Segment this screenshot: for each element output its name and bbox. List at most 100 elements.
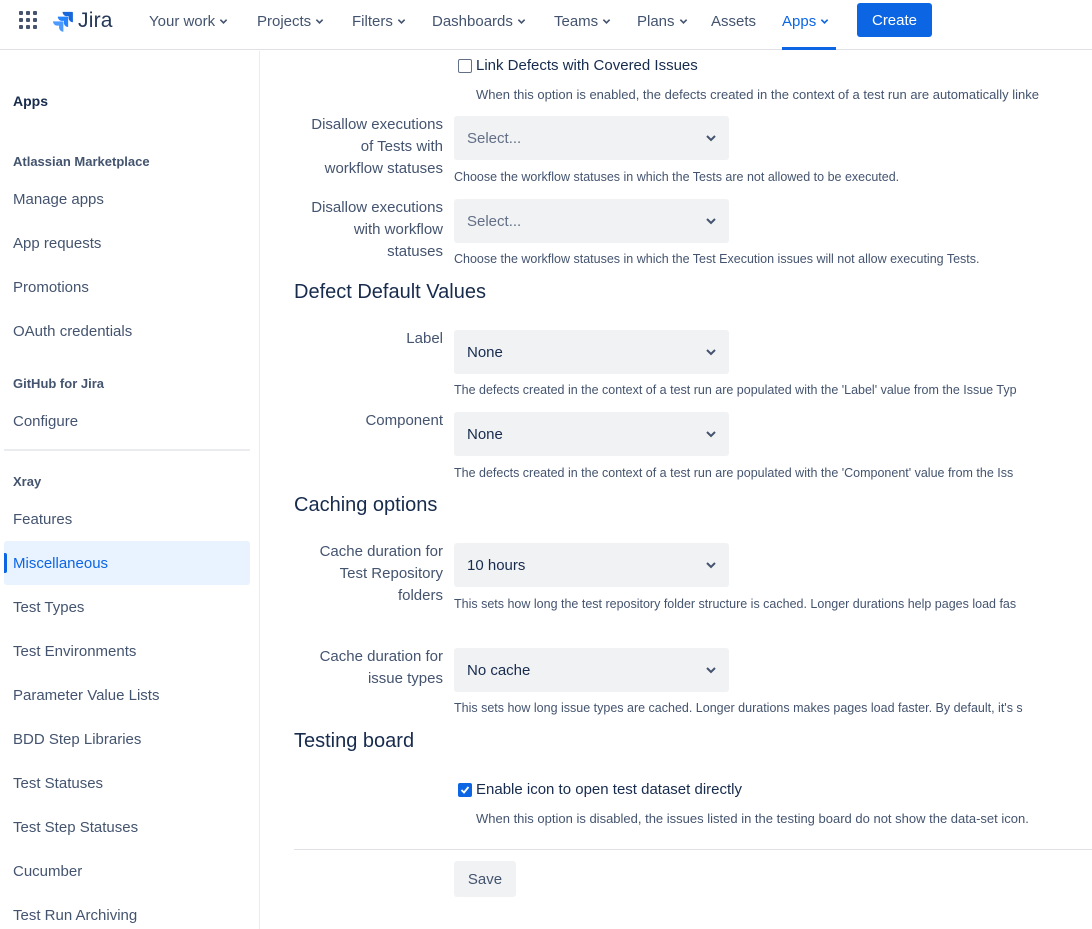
nav-assets-label: Assets xyxy=(711,12,757,30)
nav-apps[interactable]: Apps xyxy=(782,10,829,32)
disallow-tests-label: Disallow executions of Tests with workfl… xyxy=(311,114,443,180)
section-testing-board: Testing board xyxy=(294,730,415,752)
nav-dashboards[interactable]: Dashboards xyxy=(432,10,526,32)
select-value: Select... xyxy=(467,212,522,230)
cache-issue-types-select[interactable]: No cache xyxy=(454,648,729,692)
label-line: with workflow xyxy=(353,221,443,238)
jira-logo[interactable]: Jira xyxy=(52,8,113,34)
chevron-down-icon xyxy=(706,218,716,225)
nav-teams[interactable]: Teams xyxy=(554,10,611,32)
link-defects-label: Link Defects with Covered Issues xyxy=(476,57,698,74)
disallow-workflow-select[interactable]: Select... xyxy=(454,199,729,243)
nav-your-work-label: Your work xyxy=(149,12,216,30)
label-line: Cache duration for xyxy=(319,543,443,560)
nav-teams-label: Teams xyxy=(554,12,599,30)
label-line: Disallow executions xyxy=(311,116,443,133)
disallow-tests-select[interactable]: Select... xyxy=(454,116,729,160)
chevron-down-icon xyxy=(820,18,829,24)
nav-apps-label: Apps xyxy=(782,12,817,30)
chevron-down-icon xyxy=(219,18,228,24)
label-select[interactable]: None xyxy=(454,330,729,374)
chevron-down-icon xyxy=(517,18,526,24)
chevron-down-icon xyxy=(706,135,716,142)
sidebar-item-miscellaneous[interactable]: Miscellaneous xyxy=(4,541,250,585)
dataset-icon-checkbox[interactable] xyxy=(458,782,472,797)
sidebar-item-test-types[interactable]: Test Types xyxy=(4,585,250,629)
chevron-down-icon xyxy=(706,349,716,356)
nav-plans-label: Plans xyxy=(637,12,675,30)
select-value: None xyxy=(467,343,503,361)
cache-issue-types-help: This sets how long issue types are cache… xyxy=(454,701,1023,715)
nav-dashboards-label: Dashboards xyxy=(432,12,513,30)
label-line: issue types xyxy=(367,670,443,687)
sidebar-group-atlassian-marketplace: Atlassian Marketplace xyxy=(13,154,150,169)
select-value: None xyxy=(467,425,503,443)
top-navigation: Jira Your work Projects Filters Dashboar… xyxy=(0,0,1092,50)
disallow-workflow-label: Disallow executions with workflow status… xyxy=(311,197,443,263)
nav-your-work[interactable]: Your work xyxy=(149,10,228,32)
label-line: statuses xyxy=(387,243,443,260)
sidebar-item-promotions[interactable]: Promotions xyxy=(4,265,250,309)
cache-repo-select[interactable]: 10 hours xyxy=(454,543,729,587)
save-button[interactable]: Save xyxy=(454,861,516,897)
sidebar-item-test-step-statuses[interactable]: Test Step Statuses xyxy=(4,805,250,849)
sidebar-item-cucumber[interactable]: Cucumber xyxy=(4,849,250,893)
jira-logo-text: Jira xyxy=(78,9,113,32)
label-line: Test Repository xyxy=(339,565,443,582)
select-value: Select... xyxy=(467,129,522,147)
link-defects-option[interactable]: Link Defects with Covered Issues xyxy=(458,57,698,74)
sidebar-item-app-requests[interactable]: App requests xyxy=(4,221,250,265)
component-select[interactable]: None xyxy=(454,412,729,456)
disallow-tests-help: Choose the workflow statuses in which th… xyxy=(454,170,900,184)
section-caching-options: Caching options xyxy=(294,494,438,516)
sidebar-item-test-run-archiving[interactable]: Test Run Archiving xyxy=(4,893,250,929)
sidebar-item-test-statuses[interactable]: Test Statuses xyxy=(4,761,250,805)
create-button[interactable]: Create xyxy=(857,3,932,37)
nav-filters-label: Filters xyxy=(352,12,393,30)
link-defects-checkbox[interactable] xyxy=(458,58,472,73)
sidebar-item-parameter-value-lists[interactable]: Parameter Value Lists xyxy=(4,673,250,717)
nav-projects-label: Projects xyxy=(257,12,312,30)
sidebar-item-features[interactable]: Features xyxy=(4,497,250,541)
cache-issue-types-label: Cache duration for issue types xyxy=(320,646,443,690)
sidebar-group-github-for-jira: GitHub for Jira xyxy=(13,376,105,391)
label-line: workflow statuses xyxy=(324,160,443,177)
nav-filters[interactable]: Filters xyxy=(352,10,406,32)
sidebar-item-oauth-credentials[interactable]: OAuth credentials xyxy=(4,309,250,353)
dataset-icon-help: When this option is disabled, the issues… xyxy=(476,811,1029,826)
dataset-icon-option[interactable]: Enable icon to open test dataset directl… xyxy=(458,781,742,798)
app-switcher-icon[interactable] xyxy=(19,11,39,31)
disallow-workflow-help: Choose the workflow statuses in which th… xyxy=(454,252,980,266)
select-value: No cache xyxy=(467,661,531,679)
nav-plans[interactable]: Plans xyxy=(637,10,688,32)
sidebar-item-manage-apps[interactable]: Manage apps xyxy=(4,177,250,221)
chevron-down-icon xyxy=(602,18,611,24)
label-field-label: Label xyxy=(406,330,443,347)
jira-logo-icon xyxy=(53,11,73,32)
chevron-down-icon xyxy=(706,431,716,438)
label-line: of Tests with xyxy=(360,138,443,155)
sidebar-item-test-environments[interactable]: Test Environments xyxy=(4,629,250,673)
chevron-down-icon xyxy=(397,18,406,24)
checkmark-icon xyxy=(460,785,470,794)
sidebar-group-xray: Xray xyxy=(13,474,42,489)
select-value: 10 hours xyxy=(467,556,526,574)
link-defects-help: When this option is enabled, the defects… xyxy=(476,87,1039,102)
component-help: The defects created in the context of a … xyxy=(454,466,1014,480)
nav-projects[interactable]: Projects xyxy=(257,10,324,32)
settings-form: Link Defects with Covered Issues When th… xyxy=(261,51,1092,929)
form-divider xyxy=(294,849,1092,850)
chevron-down-icon xyxy=(679,18,687,24)
sidebar: Apps Atlassian Marketplace Manage apps A… xyxy=(0,51,260,929)
chevron-down-icon xyxy=(706,562,716,569)
chevron-down-icon xyxy=(706,667,716,674)
section-defect-default-values: Defect Default Values xyxy=(294,281,486,303)
dataset-icon-label: Enable icon to open test dataset directl… xyxy=(476,781,743,798)
nav-assets[interactable]: Assets xyxy=(711,10,756,32)
cache-repo-help: This sets how long the test repository f… xyxy=(454,597,1017,611)
label-help: The defects created in the context of a … xyxy=(454,383,1017,397)
label-line: Disallow executions xyxy=(311,199,443,216)
sidebar-item-bdd-step-libraries[interactable]: BDD Step Libraries xyxy=(4,717,250,761)
component-field-label: Component xyxy=(365,412,443,429)
sidebar-item-configure[interactable]: Configure xyxy=(4,399,250,443)
